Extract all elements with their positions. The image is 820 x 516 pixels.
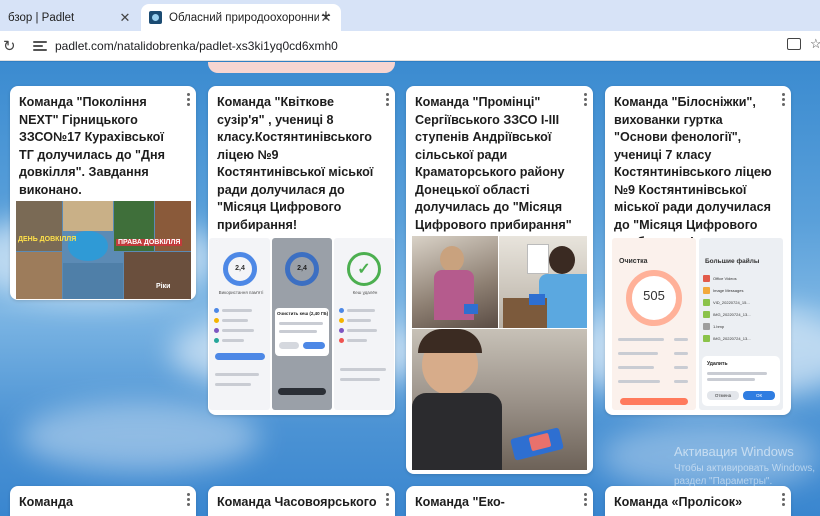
file-item: Image Messages: [713, 287, 744, 293]
post-menu-icon[interactable]: [187, 93, 191, 108]
phone-screenshot[interactable]: 2,4 Використання пам'яті: [209, 238, 270, 410]
post-card[interactable]: Команда «Пролісок»: [605, 486, 791, 516]
screenshot-caption: Кеш удалён: [352, 290, 378, 295]
check-icon: ✓: [357, 261, 371, 278]
delete-dialog: Удалить Отмена ОК: [702, 356, 780, 406]
browser-toolbar: ↻ padlet.com/natalidobrenka/padlet-xs3ki…: [0, 31, 820, 61]
post-text: Команда Часовоярського: [217, 495, 377, 509]
screenshot-caption: Очистить кеш (2,40 ГБ): [277, 311, 329, 316]
photo-girl-with-phone[interactable]: [412, 236, 498, 328]
screenshot-caption: Використання пам'яті: [218, 290, 264, 295]
tab-title: бзор | Padlet: [8, 11, 75, 24]
collage-label: ПРАВА ДОВКІЛЛЯ: [116, 239, 183, 246]
install-app-icon[interactable]: [787, 38, 801, 50]
photo-girl-with-phone[interactable]: [499, 236, 587, 328]
photo-boy-with-phone[interactable]: [412, 329, 587, 470]
collage-label: Ріки: [156, 283, 171, 290]
post-card[interactable]: Команда "Білосніжки", вихованки гуртка "…: [605, 86, 791, 415]
post-card[interactable]: Команда "Промінці" Сергіївського ЗЗСО І-…: [406, 86, 593, 474]
file-item: Office Videos: [713, 275, 737, 281]
watermark-line: раздел "Параметры".: [674, 476, 773, 487]
file-item: VID_20220724_15...: [713, 299, 750, 305]
cleanup-value: 505: [643, 288, 665, 303]
post-menu-icon[interactable]: [386, 493, 390, 508]
post-menu-icon[interactable]: [782, 93, 786, 108]
tab-padlet-overview[interactable]: бзор | Padlet ✕: [0, 4, 140, 31]
phone-screenshot[interactable]: Большие файлы Office Videos Image Messag…: [699, 238, 783, 410]
post-card[interactable]: Команда "Покоління NEXT" Гірницького ЗЗС…: [10, 86, 196, 300]
post-menu-icon[interactable]: [782, 493, 786, 508]
post-card[interactable]: Команда Часовоярського: [208, 486, 395, 516]
post-card[interactable]: Команда "Квіткове сузір'я" , учениці 8 к…: [208, 86, 395, 415]
reload-icon[interactable]: ↻: [3, 37, 16, 55]
phone-screenshot[interactable]: ✓ Кеш удалён: [334, 238, 394, 410]
post-menu-icon[interactable]: [386, 93, 390, 108]
post-text: Команда "Білосніжки", вихованки гуртка "…: [614, 95, 772, 249]
phone-screenshot[interactable]: Очистка 505: [612, 238, 696, 410]
ok-button[interactable]: ОК: [743, 391, 775, 400]
phone-screenshot[interactable]: 2,4 Очистить кеш (2,40 ГБ): [272, 238, 332, 410]
post-card[interactable]: Команда: [10, 486, 196, 516]
post-text: Команда «Пролісок»: [614, 495, 743, 509]
post-text: Команда: [19, 495, 73, 509]
post-menu-icon[interactable]: [584, 93, 588, 108]
windows-activation-hint: Чтобы активировать Windows, раздел "Пара…: [674, 462, 815, 488]
site-info-icon[interactable]: [33, 39, 47, 51]
screenshot-title: Большие файлы: [705, 258, 760, 265]
bookmark-star-icon[interactable]: ☆: [810, 36, 820, 52]
file-item: 1.bmp: [713, 323, 725, 329]
post-image-collage[interactable]: ДЕНЬ ДОВКІЛЛЯ ПРАВА ДОВКІЛЛЯ Ріки: [16, 201, 191, 299]
tab-oblasny-padlet[interactable]: Обласний природоохоронни ✕: [141, 4, 341, 31]
file-item: IMG_20220724_13...: [713, 311, 751, 317]
collage-label: ДЕНЬ ДОВКІЛЛЯ: [18, 236, 77, 243]
post-text: Команда "Покоління NEXT" Гірницького ЗЗС…: [19, 95, 165, 197]
cancel-button[interactable]: Отмена: [707, 391, 739, 400]
post-card[interactable]: Команда "Еко-: [406, 486, 593, 516]
post-text: Команда "Еко-: [415, 495, 505, 509]
new-tab-button[interactable]: +: [318, 6, 334, 26]
windows-activation-watermark: Активация Windows: [674, 444, 794, 459]
padlet-favicon-icon: [149, 11, 162, 24]
close-tab-icon[interactable]: ✕: [118, 10, 132, 26]
post-text: Команда "Квіткове сузір'я" , учениці 8 к…: [217, 95, 374, 232]
browser-tab-bar: бзор | Padlet ✕ Обласний природоохоронни…: [0, 0, 820, 31]
dialog-title: Удалить: [707, 361, 728, 367]
post-menu-icon[interactable]: [584, 493, 588, 508]
previous-post-bottom: [208, 62, 395, 73]
file-item: IMG_20220724_13...: [713, 335, 751, 341]
storage-value: 2,4: [297, 265, 307, 272]
post-menu-icon[interactable]: [187, 493, 191, 508]
address-bar[interactable]: padlet.com/natalidobrenka/padlet-xs3ki1y…: [55, 39, 338, 53]
tab-title: Обласний природоохоронни: [169, 11, 319, 24]
watermark-line: Чтобы активировать Windows,: [674, 463, 816, 474]
post-text: Команда "Промінці" Сергіївського ЗЗСО І-…: [415, 95, 572, 232]
storage-value: 2,4: [235, 265, 245, 272]
screenshot-title: Очистка: [619, 258, 648, 265]
